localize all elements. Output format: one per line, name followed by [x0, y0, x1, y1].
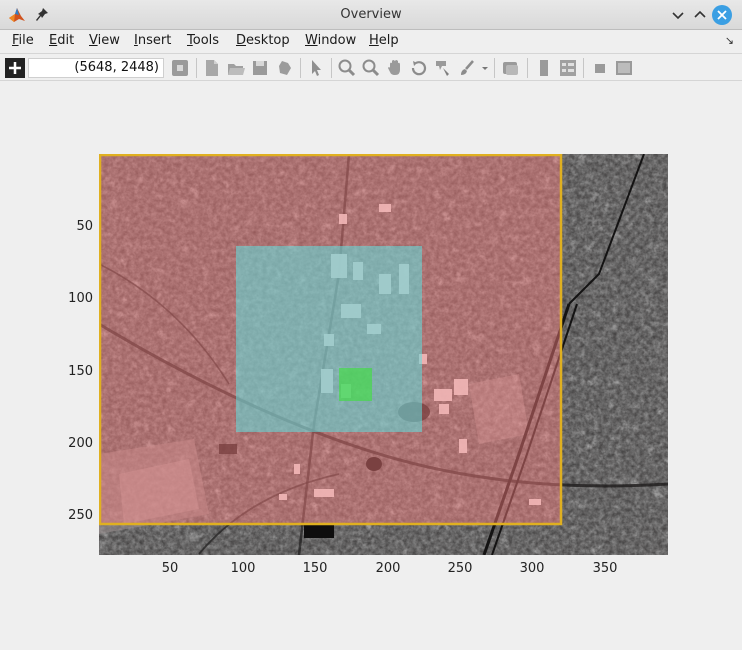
x-tick-label: 350	[592, 561, 618, 576]
y-tick-label: 250	[68, 508, 93, 523]
pan-icon[interactable]	[385, 58, 405, 78]
brush-icon[interactable]	[457, 58, 477, 78]
menu-bar: File Edit View Insert Tools Desktop Wind…	[0, 30, 742, 52]
menu-window-mnemonic: W	[305, 33, 318, 48]
menu-edit-mnemonic: E	[49, 33, 58, 48]
add-marker-icon[interactable]	[5, 58, 25, 78]
y-tick-label: 200	[68, 436, 93, 451]
image-axes[interactable]	[99, 154, 668, 555]
menu-desktop-rest: esktop	[246, 33, 290, 48]
menu-help-mnemonic: H	[369, 33, 379, 48]
brush-dropdown-icon[interactable]	[479, 58, 491, 78]
x-tick-label: 50	[161, 561, 179, 576]
menu-file-rest: ile	[18, 33, 34, 48]
menu-help-rest: elp	[378, 33, 399, 48]
rotate-3d-icon[interactable]	[409, 58, 429, 78]
menu-file[interactable]: File	[12, 33, 34, 48]
open-folder-icon[interactable]	[226, 58, 246, 78]
minimize-icon[interactable]	[668, 5, 688, 25]
aerial-image	[99, 154, 668, 555]
menu-insert-rest: nsert	[137, 33, 172, 48]
data-cursor-icon[interactable]	[433, 58, 453, 78]
menu-window[interactable]: Window	[305, 33, 356, 48]
menu-tools[interactable]: Tools	[187, 33, 219, 48]
coordinate-readout: (5648, 2448)	[28, 58, 164, 78]
toolbar: (5648, 2448)	[0, 53, 742, 81]
colorbar-icon[interactable]	[534, 58, 554, 78]
legend-icon[interactable]	[558, 58, 578, 78]
x-tick-label: 300	[519, 561, 545, 576]
green-tint-region	[339, 368, 372, 401]
menu-view-mnemonic: V	[89, 33, 98, 48]
hide-plot-tools-icon[interactable]	[590, 58, 610, 78]
x-tick-label: 150	[302, 561, 328, 576]
close-icon[interactable]	[712, 5, 732, 25]
zoom-in-icon[interactable]	[337, 58, 357, 78]
title-bar: Overview	[0, 0, 742, 30]
window-title: Overview	[340, 7, 402, 22]
pointer-icon[interactable]	[306, 58, 326, 78]
menu-desktop[interactable]: Desktop	[236, 33, 290, 48]
menu-window-rest: indow	[317, 33, 357, 48]
x-tick-label: 100	[230, 561, 256, 576]
menu-tools-rest: ools	[192, 33, 220, 48]
link-plot-icon[interactable]	[501, 58, 521, 78]
stop-icon[interactable]	[170, 58, 190, 78]
menu-insert[interactable]: Insert	[134, 33, 171, 48]
zoom-out-icon[interactable]	[361, 58, 381, 78]
x-tick-label: 250	[447, 561, 473, 576]
menubar-overflow-arrow-icon[interactable]: ↘	[725, 34, 734, 47]
menu-edit-rest: dit	[57, 33, 75, 48]
maximize-icon[interactable]	[690, 5, 710, 25]
menu-desktop-mnemonic: D	[236, 33, 247, 48]
menu-view-rest: iew	[97, 33, 120, 48]
menu-help[interactable]: Help	[369, 33, 399, 48]
menu-edit[interactable]: Edit	[49, 33, 74, 48]
save-icon[interactable]	[250, 58, 270, 78]
x-tick-label: 200	[375, 561, 401, 576]
cyan-tint-region	[236, 246, 422, 432]
menu-view[interactable]: View	[89, 33, 120, 48]
y-tick-label: 50	[76, 219, 93, 234]
y-tick-label: 100	[68, 291, 93, 306]
print-icon[interactable]	[274, 58, 294, 78]
new-figure-icon[interactable]	[202, 58, 222, 78]
show-plot-tools-icon[interactable]	[614, 58, 634, 78]
y-tick-label: 150	[68, 364, 93, 379]
